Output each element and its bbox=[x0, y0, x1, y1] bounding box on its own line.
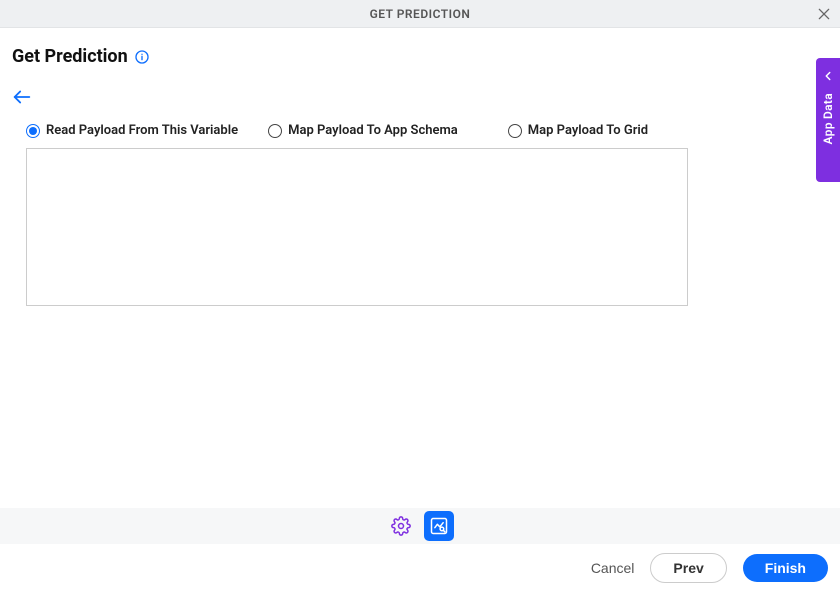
prediction-button[interactable] bbox=[425, 512, 453, 540]
modal-root: GET PREDICTION Get Prediction Read Paylo… bbox=[0, 0, 840, 592]
close-button[interactable] bbox=[814, 4, 834, 24]
radio-label: Map Payload To App Schema bbox=[288, 123, 458, 138]
close-icon bbox=[816, 6, 832, 22]
prev-button[interactable]: Prev bbox=[650, 553, 726, 583]
content-area: Get Prediction Read Payload From This Va… bbox=[0, 28, 840, 508]
radio-icon bbox=[26, 124, 40, 138]
cancel-button[interactable]: Cancel bbox=[591, 560, 635, 576]
radio-icon bbox=[508, 124, 522, 138]
finish-button[interactable]: Finish bbox=[743, 554, 828, 582]
header-bar: GET PREDICTION bbox=[0, 0, 840, 28]
side-tab-app-data[interactable]: App Data bbox=[816, 58, 840, 182]
chevron-left-icon bbox=[821, 68, 835, 87]
payload-textarea[interactable] bbox=[26, 148, 688, 306]
header-title: GET PREDICTION bbox=[370, 7, 471, 21]
radio-icon bbox=[268, 124, 282, 138]
radio-group: Read Payload From This Variable Map Payl… bbox=[12, 123, 828, 138]
radio-read-payload-variable[interactable]: Read Payload From This Variable bbox=[26, 123, 238, 138]
radio-map-payload-schema[interactable]: Map Payload To App Schema bbox=[268, 123, 458, 138]
radio-label: Map Payload To Grid bbox=[528, 123, 648, 138]
page-title: Get Prediction bbox=[12, 46, 128, 67]
radio-map-payload-grid[interactable]: Map Payload To Grid bbox=[508, 123, 648, 138]
back-button[interactable] bbox=[10, 85, 34, 109]
radio-label: Read Payload From This Variable bbox=[46, 123, 238, 138]
arrow-left-icon bbox=[11, 86, 33, 108]
gear-icon bbox=[391, 516, 411, 536]
bottom-toolbar bbox=[0, 508, 840, 544]
footer-actions: Cancel Prev Finish bbox=[0, 544, 840, 592]
chart-search-icon bbox=[429, 516, 449, 536]
title-row: Get Prediction bbox=[12, 46, 828, 67]
info-icon[interactable] bbox=[134, 49, 150, 65]
side-tab-label: App Data bbox=[821, 93, 835, 144]
settings-button[interactable] bbox=[387, 512, 415, 540]
